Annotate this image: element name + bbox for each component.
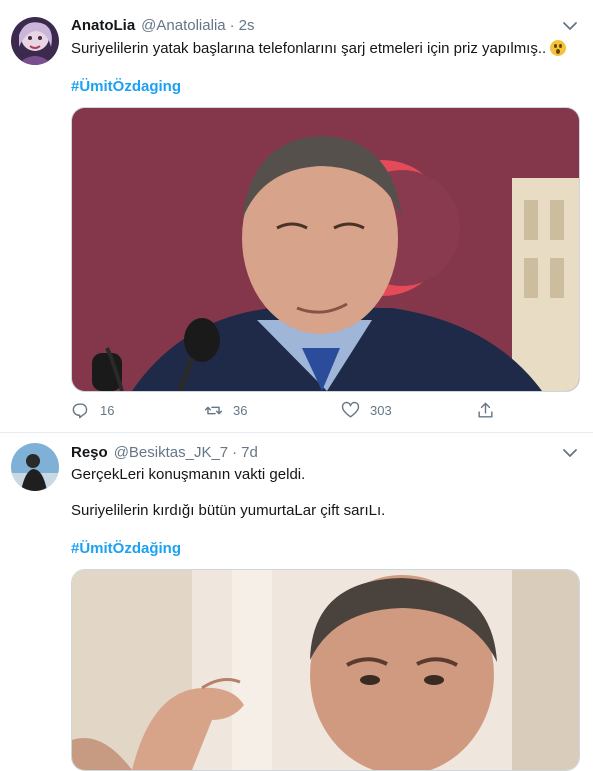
display-name[interactable]: Reşo — [71, 444, 108, 461]
timeline-feed: AnatoLia @Anatolialia · 2s Suriyelilerin… — [0, 0, 593, 771]
retweet-count: 36 — [233, 403, 248, 418]
avatar[interactable] — [11, 17, 59, 65]
user-handle[interactable]: @Anatolialia — [141, 17, 225, 34]
retweet-button[interactable]: 36 — [204, 401, 247, 420]
photo-image — [72, 570, 579, 770]
share-icon — [478, 402, 493, 418]
avatar[interactable] — [11, 443, 59, 491]
separator-dot: · — [232, 443, 238, 461]
tweet-text-line-2: Suriyelilerin kırdığı bütün yumurtaLar ç… — [71, 502, 386, 519]
hashtag-link[interactable]: #ÜmitÖzdağing — [71, 539, 181, 559]
user-handle[interactable]: @Besiktas_JK_7 — [114, 444, 228, 461]
tweet-text-line-1: GerçekLeri konuşmanın vakti geldi. — [71, 466, 306, 483]
tweet[interactable]: Reşo @Besiktas_JK_7 · 7d GerçekLeri konu… — [0, 433, 593, 771]
separator-dot: · — [229, 16, 235, 34]
tweet[interactable]: AnatoLia @Anatolialia · 2s Suriyelilerin… — [0, 0, 593, 433]
display-name[interactable]: AnatoLia — [71, 17, 135, 34]
like-button[interactable]: 303 — [341, 401, 392, 420]
reply-button[interactable]: 16 — [71, 401, 114, 420]
tweet-header: AnatoLia @Anatolialia · 2s — [71, 15, 254, 35]
tweet-actions: 16 36 303 — [71, 401, 511, 423]
hashtag-link[interactable]: #ÜmitÖzdaging — [71, 77, 181, 97]
tweet-header: Reşo @Besiktas_JK_7 · 7d — [71, 442, 258, 462]
chevron-down-icon[interactable] — [561, 17, 579, 35]
timestamp[interactable]: 2s — [239, 17, 255, 34]
tweet-photo[interactable] — [71, 107, 580, 392]
heart-icon — [341, 401, 360, 418]
chevron-down-icon[interactable] — [561, 444, 579, 462]
tweet-photo[interactable] — [71, 569, 580, 771]
share-button[interactable] — [476, 401, 505, 420]
tweet-text: Suriyelilerin yatak başlarına telefonlar… — [71, 39, 567, 59]
timestamp[interactable]: 7d — [241, 444, 258, 461]
retweet-icon — [204, 406, 223, 415]
reply-count: 16 — [100, 403, 115, 418]
photo-image — [72, 108, 579, 391]
like-count: 303 — [370, 403, 392, 418]
reply-icon — [72, 403, 88, 419]
hushed-face-emoji — [550, 40, 567, 56]
